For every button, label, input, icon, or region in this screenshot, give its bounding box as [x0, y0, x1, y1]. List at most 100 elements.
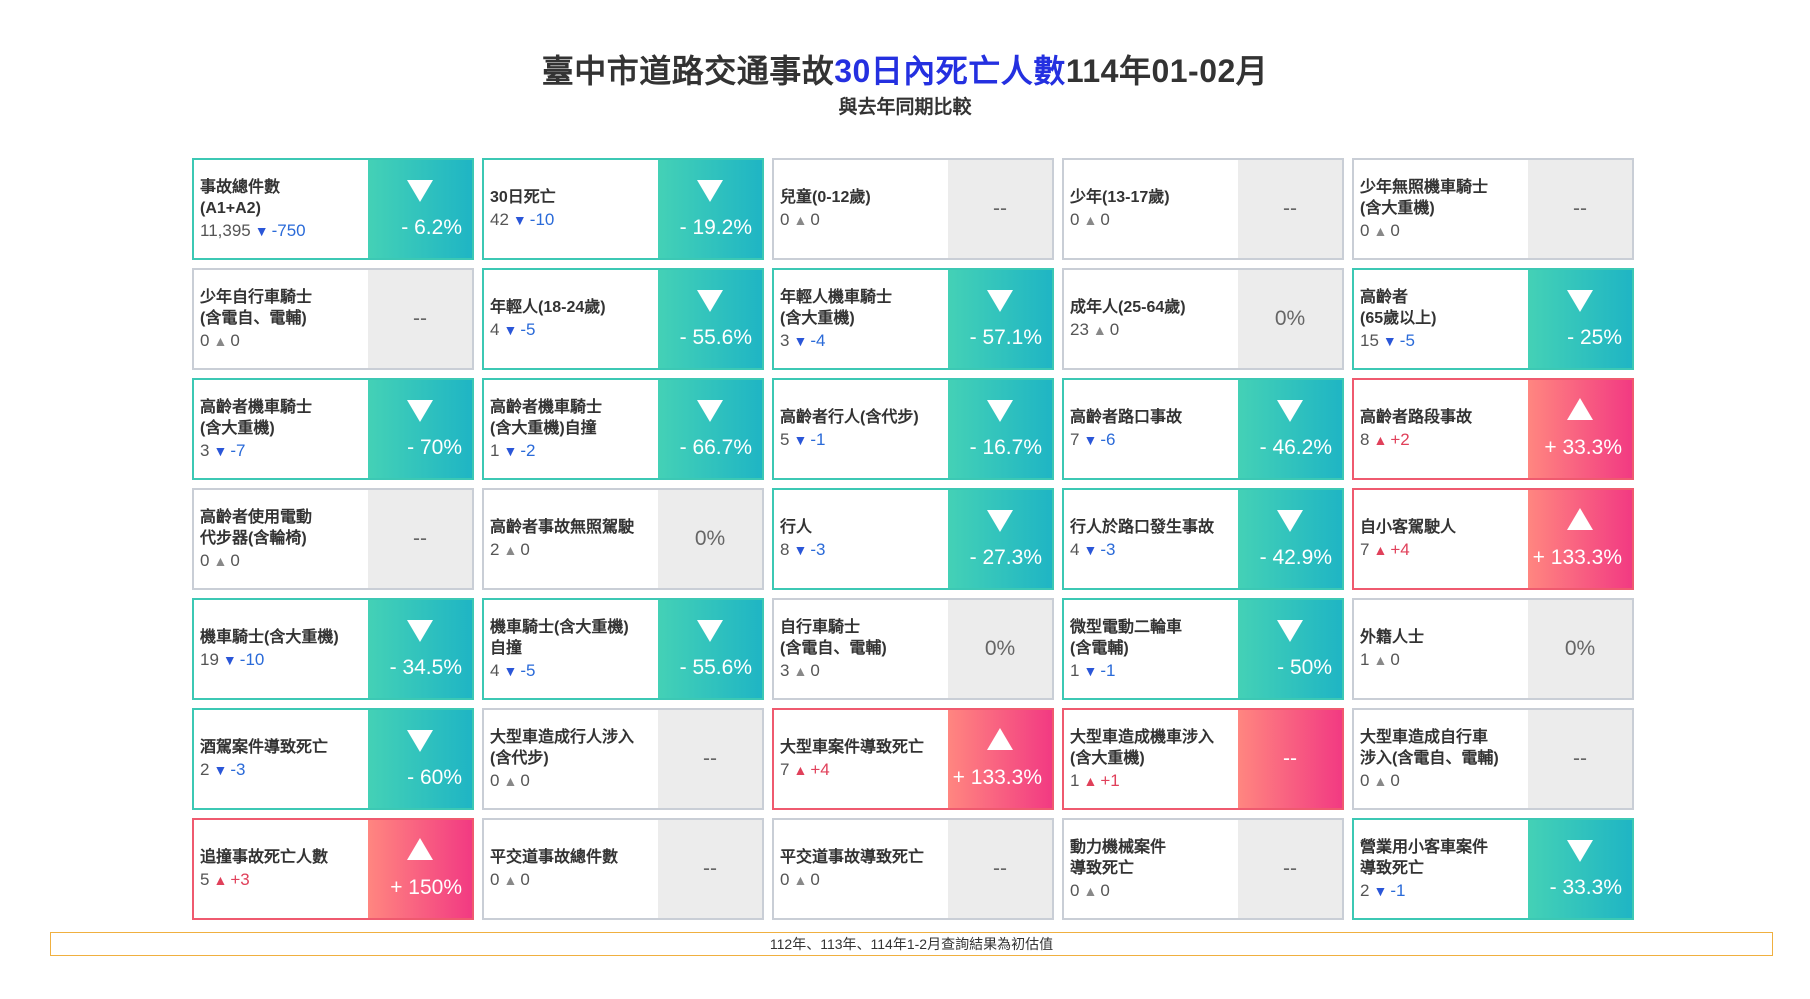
stat-card[interactable]: 機車騎士(含大重機) 19 ▼ -10 - 34.5%: [192, 598, 474, 700]
card-label: 平交道事故導致死亡: [780, 849, 925, 866]
card-change: 0: [230, 550, 240, 570]
stat-card[interactable]: 大型車造成機車涉入 (含大重機) 1 ▲ +1 --: [1062, 708, 1344, 810]
stat-card[interactable]: 行人 8 ▼ -3 - 27.3%: [772, 488, 1054, 590]
stat-card[interactable]: 動力機械案件 導致死亡 0 ▲ 0 --: [1062, 818, 1344, 920]
stat-card[interactable]: 成年人(25-64歲) 23 ▲ 0 0%: [1062, 268, 1344, 370]
stat-card[interactable]: 高齡者 (65歲以上) 15 ▼ -5 - 25%: [1352, 268, 1634, 370]
down-arrow-icon: ▼: [1373, 882, 1388, 899]
stat-card[interactable]: 高齡者路口事故 7 ▼ -6 - 46.2%: [1062, 378, 1344, 480]
card-info: 外籍人士 1 ▲ 0: [1354, 600, 1528, 698]
stat-card[interactable]: 少年無照機車騎士 (含大重機) 0 ▲ 0 --: [1352, 158, 1634, 260]
percent-change: - 46.2%: [1259, 436, 1332, 459]
stat-card[interactable]: 大型車造成自行車 涉入(含電自、電輔) 0 ▲ 0 --: [1352, 708, 1634, 810]
card-label: 平交道事故總件數: [490, 849, 619, 866]
stat-card[interactable]: 年輕人(18-24歲) 4 ▼ -5 - 55.6%: [482, 268, 764, 370]
percent-box: --: [1238, 820, 1342, 918]
card-info: 平交道事故總件數 0 ▲ 0: [484, 820, 658, 918]
stat-card[interactable]: 事故總件數 (A1+A2) 11,395 ▼ -750 - 6.2%: [192, 158, 474, 260]
stat-card[interactable]: 微型電動二輪車 (含電輔) 1 ▼ -1 - 50%: [1062, 598, 1344, 700]
trend-down-icon: [407, 400, 433, 422]
percent-box: - 16.7%: [948, 380, 1052, 478]
percent-change: --: [993, 857, 1007, 880]
card-change: +2: [1390, 430, 1410, 449]
stat-card[interactable]: 少年(13-17歲) 0 ▲ 0 --: [1062, 158, 1344, 260]
down-arrow-icon: ▼: [1382, 332, 1397, 349]
up-arrow-icon: ▲: [1083, 772, 1098, 789]
up-arrow-icon: ▲: [793, 872, 808, 888]
card-count: 1: [490, 440, 500, 460]
card-info: 機車騎士(含大重機) 19 ▼ -10: [194, 600, 368, 698]
stat-card[interactable]: 少年自行車騎士 (含電自、電輔) 0 ▲ 0 --: [192, 268, 474, 370]
card-stat: 23 ▲ 0: [1070, 319, 1232, 341]
stat-card[interactable]: 自小客駕駛人 7 ▲ +4 + 133.3%: [1352, 488, 1634, 590]
card-label: 行人: [780, 519, 813, 536]
card-count: 3: [200, 440, 210, 460]
card-info: 高齡者機車騎士 (含大重機)自撞 1 ▼ -2: [484, 380, 658, 478]
stat-card[interactable]: 高齡者行人(含代步) 5 ▼ -1 - 16.7%: [772, 378, 1054, 480]
card-change: 0: [1100, 880, 1110, 900]
stat-card[interactable]: 營業用小客車案件 導致死亡 2 ▼ -1 - 33.3%: [1352, 818, 1634, 920]
percent-box: 0%: [1238, 270, 1342, 368]
card-info: 大型車造成自行車 涉入(含電自、電輔) 0 ▲ 0: [1354, 710, 1528, 808]
up-arrow-icon: ▲: [793, 662, 808, 679]
card-info: 平交道事故導致死亡 0 ▲ 0: [774, 820, 948, 918]
trend-down-icon: [697, 290, 723, 312]
percent-change: - 33.3%: [1549, 876, 1622, 899]
card-info: 成年人(25-64歲) 23 ▲ 0: [1064, 270, 1238, 368]
card-info: 行人於路口發生事故 4 ▼ -3: [1064, 490, 1238, 588]
card-label: 微型電動二輪車 (含電輔): [1070, 618, 1183, 657]
percent-change: - 34.5%: [389, 656, 462, 679]
percent-box: 0%: [948, 600, 1052, 698]
card-info: 營業用小客車案件 導致死亡 2 ▼ -1: [1354, 820, 1528, 918]
card-count: 0: [780, 870, 790, 889]
stat-card[interactable]: 高齡者路段事故 8 ▲ +2 + 33.3%: [1352, 378, 1634, 480]
up-arrow-icon: ▲: [793, 212, 808, 228]
stat-card[interactable]: 追撞事故死亡人數 5 ▲ +3 + 150%: [192, 818, 474, 920]
stat-card[interactable]: 酒駕案件導致死亡 2 ▼ -3 - 60%: [192, 708, 474, 810]
up-arrow-icon: ▲: [1373, 772, 1388, 789]
stat-card[interactable]: 年輕人機車騎士 (含大重機) 3 ▼ -4 - 57.1%: [772, 268, 1054, 370]
stat-card[interactable]: 平交道事故總件數 0 ▲ 0 --: [482, 818, 764, 920]
card-count: 0: [780, 210, 790, 229]
card-change: -10: [529, 210, 555, 229]
stat-card[interactable]: 行人於路口發生事故 4 ▼ -3 - 42.9%: [1062, 488, 1344, 590]
card-label: 成年人(25-64歲): [1070, 299, 1186, 316]
stat-card[interactable]: 外籍人士 1 ▲ 0 0%: [1352, 598, 1634, 700]
stat-card[interactable]: 自行車騎士 (含電自、電輔) 3 ▲ 0 0%: [772, 598, 1054, 700]
up-arrow-icon: ▲: [213, 552, 228, 569]
stat-card[interactable]: 機車騎士(含大重機) 自撞 4 ▼ -5 - 55.6%: [482, 598, 764, 700]
card-change: 0: [810, 210, 820, 229]
stat-card[interactable]: 大型車案件導致死亡 7 ▲ +4 + 133.3%: [772, 708, 1054, 810]
down-arrow-icon: ▼: [503, 322, 518, 338]
up-arrow-icon: ▲: [1373, 652, 1388, 668]
stat-card[interactable]: 高齡者事故無照駕駛 2 ▲ 0 0%: [482, 488, 764, 590]
stat-card[interactable]: 高齡者使用電動 代步器(含輪椅) 0 ▲ 0 --: [192, 488, 474, 590]
stat-card[interactable]: 大型車造成行人涉入 (含代步) 0 ▲ 0 --: [482, 708, 764, 810]
card-label: 追撞事故死亡人數: [200, 849, 329, 866]
card-stat: 5 ▲ +3: [200, 869, 362, 891]
percent-box: - 42.9%: [1238, 490, 1342, 588]
card-change: -2: [520, 440, 536, 460]
card-info: 酒駕案件導致死亡 2 ▼ -3: [194, 710, 368, 808]
percent-change: --: [703, 857, 717, 880]
percent-box: - 55.6%: [658, 600, 762, 698]
percent-box: --: [1528, 710, 1632, 808]
card-info: 高齡者路口事故 7 ▼ -6: [1064, 380, 1238, 478]
percent-box: + 133.3%: [1528, 490, 1632, 588]
card-stat: 2 ▲ 0: [490, 539, 652, 561]
card-label: 機車騎士(含大重機) 自撞: [490, 618, 629, 657]
card-change: -1: [1390, 880, 1406, 900]
title-prefix: 臺中市道路交通事故: [541, 53, 835, 89]
card-label: 自小客駕駛人: [1360, 519, 1457, 536]
card-info: 年輕人機車騎士 (含大重機) 3 ▼ -4: [774, 270, 948, 368]
stat-card[interactable]: 高齡者機車騎士 (含大重機) 3 ▼ -7 - 70%: [192, 378, 474, 480]
trend-down-icon: [1567, 290, 1593, 312]
stat-card[interactable]: 平交道事故導致死亡 0 ▲ 0 --: [772, 818, 1054, 920]
down-arrow-icon: ▼: [1083, 432, 1098, 448]
stat-card[interactable]: 兒童(0-12歲) 0 ▲ 0 --: [772, 158, 1054, 260]
card-stat: 11,395 ▼ -750: [200, 220, 362, 242]
trend-down-icon: [697, 620, 723, 642]
stat-card[interactable]: 30日死亡 42 ▼ -10 - 19.2%: [482, 158, 764, 260]
card-stat: 2 ▼ -3: [200, 759, 362, 781]
stat-card[interactable]: 高齡者機車騎士 (含大重機)自撞 1 ▼ -2 - 66.7%: [482, 378, 764, 480]
